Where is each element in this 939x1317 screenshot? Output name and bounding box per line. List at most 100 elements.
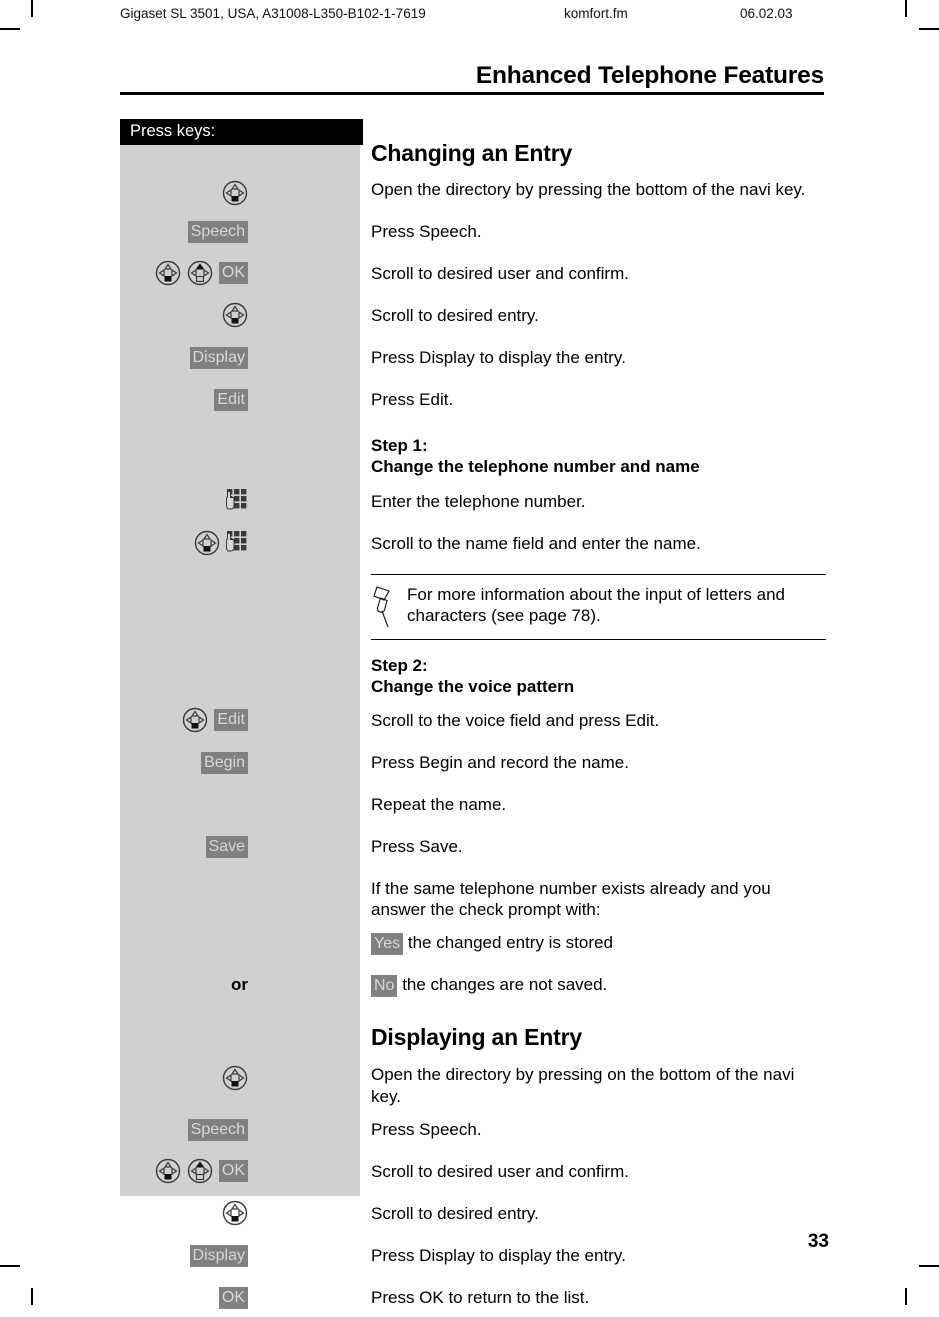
or-label-wrap: or: [231, 975, 248, 995]
step-text: Press Display to display the entry.: [371, 348, 626, 367]
step-row: Scroll to desired entry.: [222, 302, 826, 335]
step-text: Press Edit.: [371, 390, 454, 409]
step-row: Display Press Display to display the ent…: [189, 1245, 826, 1275]
step-keys: Edit: [182, 707, 248, 733]
navi-down-icon[interactable]: [182, 707, 208, 733]
softkey-display[interactable]: Display: [189, 347, 248, 369]
crop-mark-bottom-right-vertical: [905, 1288, 907, 1305]
step-row: Speech Press Speech.: [187, 1119, 826, 1149]
step-row: Display Press Display to display the ent…: [189, 347, 826, 377]
step-text: Scroll to desired user and confirm.: [371, 1162, 629, 1182]
press-keys-header-bar: Press keys:: [120, 119, 363, 145]
step-text: Scroll to desired user and confirm.: [371, 264, 629, 283]
meta-date: 06.02.03: [740, 6, 793, 21]
step-row: If the same telephone number exists alre…: [371, 878, 826, 921]
step-keys: [222, 1065, 248, 1091]
step-text: Press Begin and record the name.: [371, 752, 629, 772]
step-text: Scroll to desired entry.: [371, 306, 539, 325]
step1-title: Change the telephone number and name: [371, 457, 700, 477]
step2-title: Change the voice pattern: [371, 677, 575, 697]
step-row: Save Press Save.: [205, 835, 826, 866]
crop-mark-top-right-horizontal: [919, 28, 939, 30]
softkey-display[interactable]: Display: [189, 1245, 248, 1268]
crop-mark-bottom-left-vertical: [31, 1288, 33, 1305]
crop-mark-top-left-horizontal: [0, 28, 20, 30]
navi-down-icon[interactable]: [155, 1158, 181, 1184]
step-row: Enter the telephone number.: [226, 488, 826, 521]
step-text: Press Speech.: [371, 1120, 482, 1140]
step1-heading-row: Step 1: Change the telephone number and …: [371, 435, 826, 478]
softkey-ok[interactable]: OK: [218, 262, 248, 284]
step-keys: Display: [189, 347, 248, 369]
step-keys: Save: [205, 835, 248, 858]
page-meta-header: Gigaset SL 3501, USA, A31008-L350-B102-1…: [120, 6, 915, 28]
softkey-edit[interactable]: Edit: [214, 389, 248, 411]
step-text: Open the directory by pressing the botto…: [371, 180, 806, 199]
step-row: Edit Press Edit.: [214, 389, 826, 419]
softkey-ok[interactable]: OK: [218, 1287, 248, 1310]
step-keys: Speech: [187, 221, 248, 243]
or-label: or: [231, 975, 248, 995]
press-keys-label: Press keys:: [130, 122, 216, 140]
step-keys: Speech: [187, 1119, 248, 1142]
step-text: Scroll to the voice field and press Edit…: [371, 710, 660, 730]
softkey-yes[interactable]: Yes: [371, 932, 404, 955]
softkey-begin[interactable]: Begin: [201, 751, 248, 774]
step-row-no: or No the changes are not saved.: [231, 974, 826, 1004]
step-text: Open the directory by pressing on the bo…: [371, 1065, 795, 1106]
step2-heading-row: Step 2: Change the voice pattern: [371, 655, 826, 698]
step-text: No the changes are not saved.: [371, 974, 826, 997]
step-keys: [222, 302, 248, 328]
navi-down-icon[interactable]: [222, 1065, 248, 1091]
navi-down-icon[interactable]: [222, 1200, 248, 1226]
softkey-ok[interactable]: OK: [218, 1160, 248, 1183]
step-row: Scroll to the name field and enter the n…: [194, 530, 826, 563]
keypad-icon[interactable]: [226, 530, 248, 556]
softkey-speech[interactable]: Speech: [187, 1119, 248, 1142]
step-keys: OK: [155, 260, 248, 286]
step-keys: OK: [155, 1158, 248, 1184]
navi-down-icon[interactable]: [194, 530, 220, 556]
step-keys: [194, 530, 248, 556]
step-keys: Edit: [214, 389, 248, 411]
navi-up-icon[interactable]: [187, 1158, 213, 1184]
step-row: Open the directory by pressing the botto…: [222, 179, 826, 209]
step-text: Scroll to the name field and enter the n…: [371, 533, 701, 553]
navi-down-icon[interactable]: [222, 302, 248, 328]
step-row: Repeat the name.: [371, 794, 826, 824]
step2-label: Step 2:: [371, 655, 428, 675]
softkey-edit[interactable]: Edit: [214, 708, 248, 731]
pushpin-icon: [371, 584, 397, 630]
step-text: If the same telephone number exists alre…: [371, 878, 771, 920]
step-text: Scroll to desired entry.: [371, 1204, 539, 1224]
chapter-title: Enhanced Telephone Features: [475, 62, 824, 89]
softkey-no[interactable]: No: [371, 974, 398, 997]
step-keys: [226, 488, 248, 514]
step-text: Press Speech.: [371, 222, 482, 241]
crop-mark-bottom-right-horizontal: [919, 1265, 939, 1267]
page-number: 33: [807, 1231, 829, 1252]
note-box: For more information about the input of …: [371, 573, 826, 640]
step-row: OK Press OK to return to the list.: [218, 1287, 826, 1317]
keypad-icon[interactable]: [226, 488, 248, 514]
step-keys: Display: [189, 1245, 248, 1268]
meta-document-id: Gigaset SL 3501, USA, A31008-L350-B102-1…: [120, 6, 426, 21]
step-row: Speech Press Speech.: [187, 221, 826, 251]
step-text: Enter the telephone number.: [371, 491, 586, 511]
step-text: Press OK to return to the list.: [371, 1288, 590, 1308]
note-text: For more information about the input of …: [407, 584, 785, 626]
section-heading-displaying-entry: Displaying an Entry: [371, 1024, 582, 1051]
softkey-save[interactable]: Save: [205, 835, 248, 858]
no-description: the changes are not saved.: [402, 975, 608, 995]
navi-up-icon[interactable]: [187, 260, 213, 286]
step-row: Scroll to desired entry.: [222, 1201, 826, 1233]
main-content-column: Changing an Entry Open the directory by …: [155, 140, 826, 1317]
step-text: Yes the changed entry is stored: [371, 932, 826, 955]
step-text: Press Save.: [371, 836, 463, 856]
navi-down-icon[interactable]: [155, 260, 181, 286]
step-row: Begin Press Begin and record the name.: [201, 751, 826, 782]
softkey-speech[interactable]: Speech: [187, 221, 248, 243]
section-heading-changing-entry: Changing an Entry: [371, 140, 573, 166]
navi-down-icon[interactable]: [222, 180, 248, 206]
step-text: Repeat the name.: [371, 794, 507, 814]
